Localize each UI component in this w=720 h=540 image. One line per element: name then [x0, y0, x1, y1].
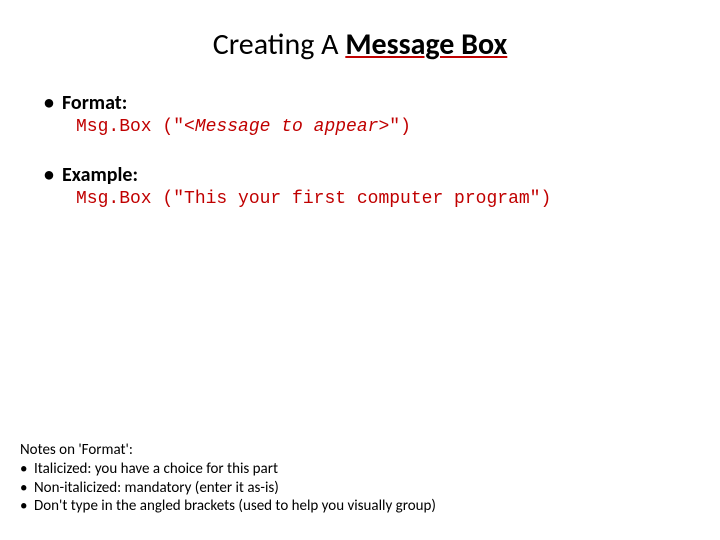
slide: Creating A Message Box Format: Msg.Box (… — [0, 0, 720, 540]
section-format: Format: Msg.Box ("<Message to appear>") — [30, 91, 690, 137]
code-format-prefix: Msg.Box (" — [76, 117, 184, 137]
page-title: Creating A Message Box — [30, 26, 690, 63]
notes-item-0: Italicized: you have a choice for this p… — [20, 460, 436, 479]
code-example-text: Msg.Box ("This your first computer progr… — [76, 189, 551, 209]
code-example: Msg.Box ("This your first computer progr… — [76, 189, 690, 209]
code-format: Msg.Box ("<Message to appear>") — [76, 117, 690, 137]
title-part2: Message Box — [345, 26, 507, 63]
notes-title: Notes on 'Format': — [20, 441, 436, 460]
notes-item-2: Don't type in the angled brackets (used … — [20, 497, 436, 516]
notes-item-1: Non-italicized: mandatory (enter it as-i… — [20, 479, 436, 498]
code-format-italic: <Message to appear> — [184, 117, 389, 137]
heading-format: Format: — [44, 91, 690, 115]
title-part1: Creating A — [213, 26, 346, 63]
section-example: Example: Msg.Box ("This your first compu… — [30, 163, 690, 209]
notes-block: Notes on 'Format': Italicized: you have … — [20, 441, 436, 516]
code-format-suffix: ") — [389, 117, 411, 137]
heading-example: Example: — [44, 163, 690, 187]
